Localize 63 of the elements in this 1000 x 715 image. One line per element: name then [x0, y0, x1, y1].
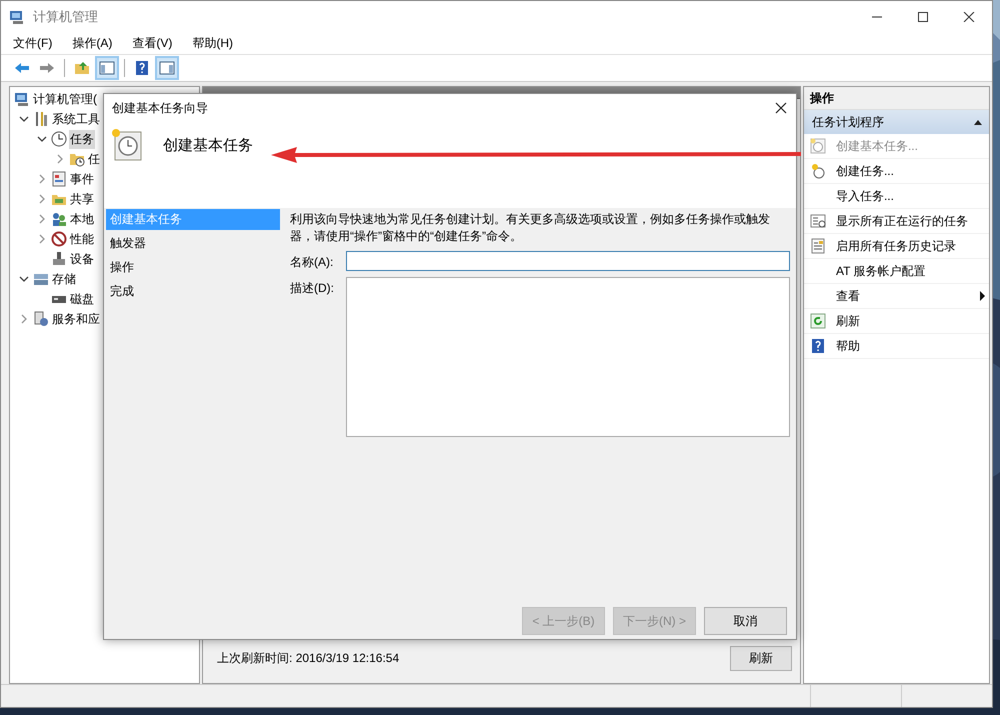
description-field[interactable] — [346, 277, 790, 437]
action-item[interactable]: 导入任务... — [804, 184, 989, 209]
section-title: 任务计划程序 — [812, 114, 884, 130]
field-label: 描述(D): — [290, 280, 335, 297]
refresh-button[interactable]: 刷新 — [730, 646, 792, 670]
clock-icon — [810, 138, 826, 154]
wizard-step[interactable]: 操作 — [106, 257, 280, 278]
action-item[interactable]: 创建任务... — [804, 159, 989, 184]
window-title: 计算机管理 — [33, 8, 98, 26]
action-item[interactable]: 显示所有正在运行的任务 — [804, 209, 989, 234]
help-icon — [810, 338, 826, 354]
collapse-triangle-icon[interactable] — [973, 118, 983, 126]
description-text: 利用该向导快速地为常见任务创建计划。有关更多高级选项或设置，例如多任务操作或触发器，请使用“操作”窗格中的“创建任务”命令。 — [290, 211, 771, 245]
action-item[interactable]: 查看 — [804, 284, 989, 309]
document-icon — [810, 238, 826, 254]
field-label: 名称(A): — [290, 254, 334, 271]
wizard-step[interactable]: 完成 — [106, 281, 280, 302]
close-icon[interactable] — [775, 102, 787, 114]
wizard-step[interactable]: 触发器 — [106, 233, 280, 254]
wizard-heading: 创建基本任务 — [163, 136, 253, 154]
action-item[interactable]: 帮助 — [804, 334, 989, 359]
list-clock-icon — [810, 213, 826, 229]
tree-item[interactable]: 磁盘 — [69, 290, 95, 308]
computer-icon — [14, 91, 30, 107]
menu-item[interactable]: 帮助(H) — [190, 32, 235, 54]
tree-item[interactable]: 任 — [87, 150, 101, 168]
menu-item[interactable]: 查看(V) — [130, 32, 174, 54]
pane-icon[interactable] — [96, 57, 118, 79]
no-sign-icon — [51, 231, 67, 247]
tree-item[interactable]: 系统工具 — [51, 110, 101, 128]
tree-item[interactable]: 事件 — [69, 170, 95, 188]
clock-icon — [51, 131, 67, 147]
menu-item[interactable]: 操作(A) — [70, 32, 114, 54]
tree-item[interactable]: 服务和应 — [51, 310, 101, 328]
dialog-title: 创建基本任务向导 — [112, 100, 209, 116]
clock-icon — [810, 163, 826, 179]
tools-icon — [33, 111, 49, 127]
folder-clock-icon — [69, 151, 85, 167]
refresh-time-label: 上次刷新时间: 2016/3/19 12:16:54 — [217, 650, 400, 666]
menu-item[interactable]: 文件(F) — [11, 32, 54, 54]
device-icon — [51, 251, 67, 267]
users-icon — [51, 211, 67, 227]
log-icon — [51, 171, 67, 187]
action-item[interactable]: AT 服务帐户配置 — [804, 259, 989, 284]
action-item[interactable]: 启用所有任务历史记录 — [804, 234, 989, 259]
tree-item[interactable]: 性能 — [69, 230, 95, 248]
tree-item[interactable]: 计算机管理( — [32, 90, 98, 108]
storage-icon — [33, 271, 49, 287]
name-field[interactable] — [346, 251, 790, 271]
tree-item[interactable]: 设备 — [69, 250, 95, 268]
pane-title: 操作 — [804, 87, 989, 110]
refresh-icon — [810, 313, 826, 329]
action-item[interactable]: 刷新 — [804, 309, 989, 334]
clock-icon — [111, 128, 143, 162]
computer-icon — [9, 8, 25, 24]
pane-icon[interactable] — [156, 57, 178, 79]
wizard-button[interactable]: 取消 — [704, 607, 787, 635]
tree-item[interactable]: 任务 — [69, 130, 95, 148]
tree-item[interactable]: 存储 — [51, 270, 77, 288]
services-icon — [33, 311, 49, 327]
tree-item[interactable]: 本地 — [69, 210, 95, 228]
tree-item[interactable]: 共享 — [69, 190, 95, 208]
section-header[interactable]: 任务计划程序 — [804, 110, 989, 134]
